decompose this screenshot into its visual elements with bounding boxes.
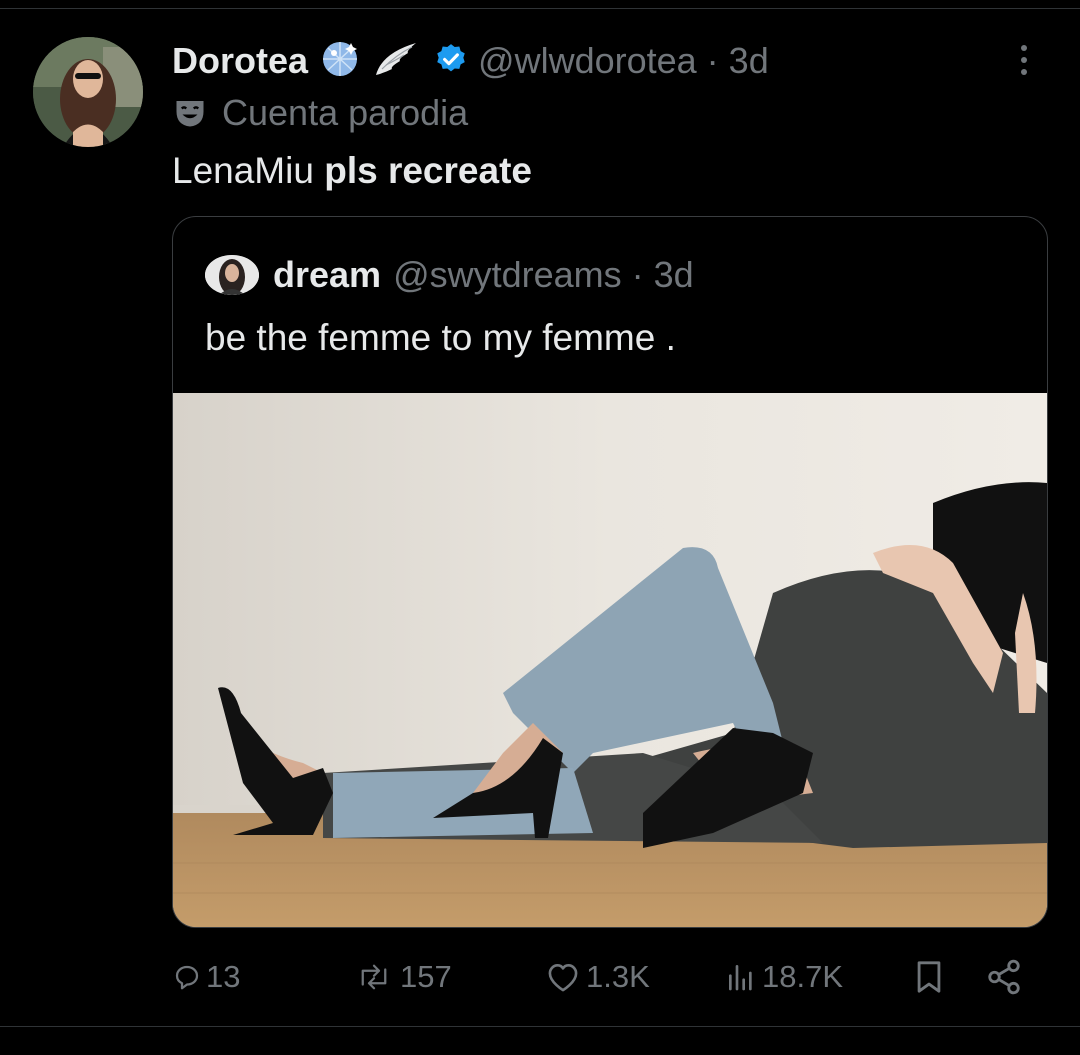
- tweet-text-bold: pls recreate: [324, 150, 532, 191]
- more-dot: [1021, 45, 1027, 51]
- share-icon: [988, 959, 1020, 995]
- bottom-divider: [0, 1026, 1080, 1027]
- quoted-author-avatar: [205, 255, 259, 295]
- more-dot: [1021, 57, 1027, 63]
- separator-dot: ·: [631, 254, 644, 295]
- quoted-display-name: dream: [273, 254, 382, 295]
- quoted-timestamp: 3d: [653, 254, 694, 295]
- top-divider: [0, 8, 1080, 9]
- repost-count: 157: [400, 959, 452, 994]
- more-dot: [1021, 69, 1027, 75]
- quoted-tweet-card[interactable]: dream @swytdreams · 3d be the femme to m…: [172, 216, 1048, 928]
- repost-icon: [361, 964, 387, 990]
- like-count: 1.3K: [586, 959, 650, 994]
- tweet-header: Dorotea @wlwdorotea · 3d: [172, 36, 769, 86]
- more-options-button[interactable]: [1010, 40, 1038, 80]
- tweet-text-plain: LenaMiu: [172, 150, 325, 191]
- wing-emoji: [372, 39, 420, 84]
- repost-button[interactable]: 157: [352, 955, 452, 999]
- share-button[interactable]: [984, 955, 1028, 999]
- view-count: 18.7K: [762, 959, 844, 994]
- reply-icon: [175, 965, 199, 990]
- author-avatar[interactable]: [33, 37, 143, 147]
- heart-icon: [548, 964, 578, 992]
- parody-label: Cuenta parodia: [172, 90, 468, 136]
- author-display-name[interactable]: Dorotea: [172, 40, 308, 82]
- quoted-tweet-header: dream @swytdreams · 3d: [205, 253, 694, 297]
- views-button[interactable]: 18.7K: [724, 955, 843, 999]
- tweet-timestamp[interactable]: 3d: [729, 40, 769, 82]
- author-handle[interactable]: @wlwdorotea: [478, 40, 697, 82]
- bookmark-button[interactable]: [912, 955, 950, 999]
- theater-mask-icon: [172, 95, 208, 131]
- verified-badge-icon: [434, 42, 468, 81]
- reply-button[interactable]: 13: [172, 955, 240, 999]
- parody-label-text: Cuenta parodia: [222, 92, 469, 133]
- bookmark-icon: [917, 961, 941, 993]
- like-button[interactable]: 1.3K: [544, 955, 650, 999]
- quoted-tweet-text: be the femme to my femme .: [205, 317, 676, 358]
- tweet-actions-bar: 13 157 1.3K 18.7K: [172, 955, 1042, 999]
- reply-count: 13: [206, 959, 241, 994]
- quoted-handle: @swytdreams: [393, 254, 622, 295]
- tweet-text: LenaMiu pls recreate: [172, 150, 532, 192]
- quoted-tweet-photo[interactable]: [173, 393, 1047, 927]
- disco-ball-emoji: [320, 39, 360, 84]
- bar-chart-icon: [729, 965, 752, 991]
- separator-dot: ·: [706, 40, 719, 81]
